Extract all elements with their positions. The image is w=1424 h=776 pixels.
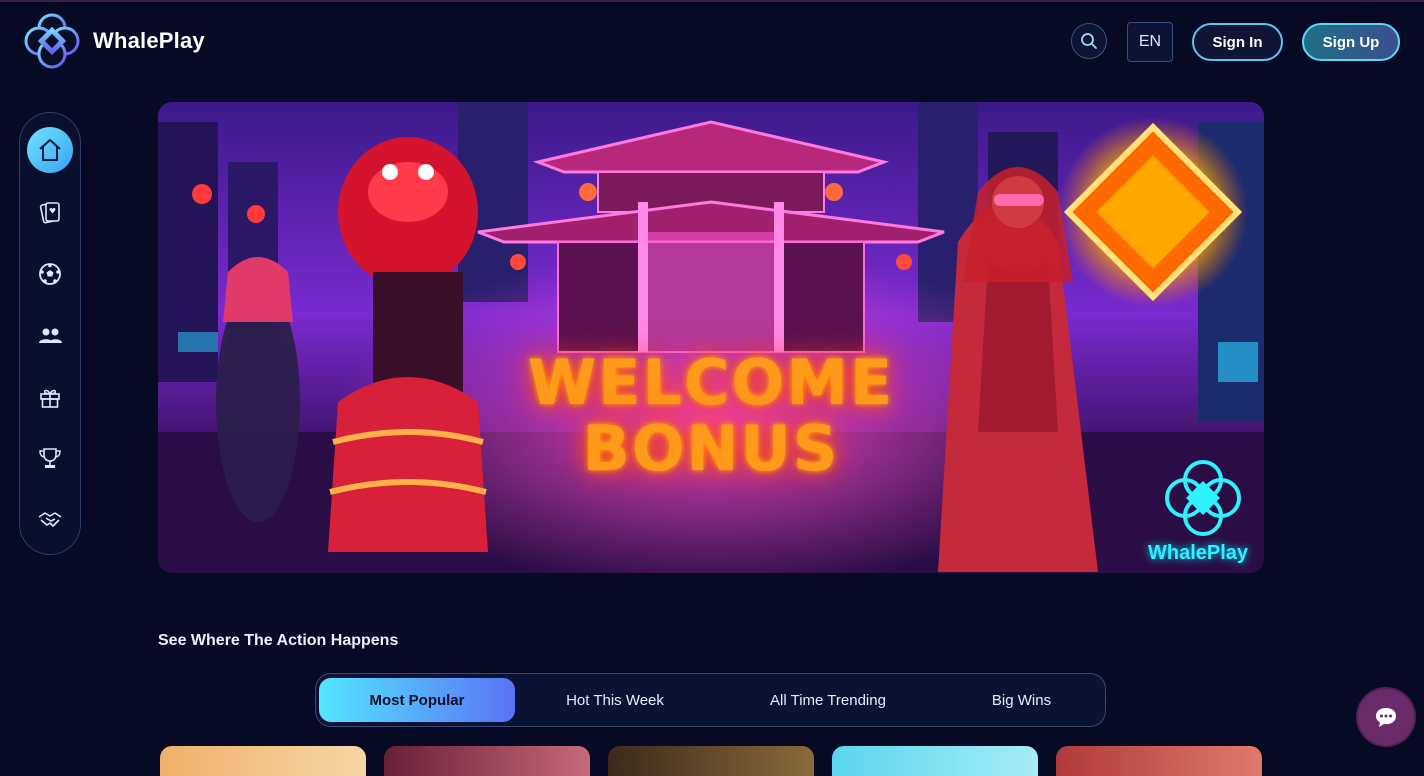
search-button[interactable] xyxy=(1071,23,1107,59)
language-selector[interactable]: EN xyxy=(1127,22,1173,62)
sidebar-item-tournaments[interactable] xyxy=(27,435,73,481)
soccer-ball-icon xyxy=(39,263,61,285)
game-thumbnail[interactable] xyxy=(1056,746,1262,776)
sidebar-item-affiliates[interactable] xyxy=(27,497,73,543)
sidebar-nav xyxy=(19,112,81,555)
banner-headline-line1: WELCOME xyxy=(527,346,895,419)
banner-headline-line2: BONUS xyxy=(582,412,840,485)
brand-name: WhalePlay xyxy=(93,28,205,53)
search-icon xyxy=(1081,33,1097,49)
welcome-bonus-banner[interactable]: WELCOME BONUS WhalePlay xyxy=(158,102,1264,573)
cards-icon xyxy=(39,202,60,224)
banner-headline: WELCOME BONUS xyxy=(158,350,1264,482)
sidebar-item-promotions[interactable] xyxy=(27,374,73,420)
game-thumbnail[interactable] xyxy=(608,746,814,776)
banner-artwork xyxy=(158,102,1264,573)
gift-icon xyxy=(40,389,60,408)
game-thumbnail[interactable] xyxy=(384,746,590,776)
whaleplay-logo-icon xyxy=(24,13,80,69)
game-thumbnail[interactable] xyxy=(160,746,366,776)
home-icon xyxy=(39,139,61,161)
sidebar-item-home[interactable] xyxy=(27,127,73,173)
handshake-icon xyxy=(38,512,62,527)
sign-up-button[interactable]: Sign Up xyxy=(1302,23,1400,61)
sidebar-item-community[interactable] xyxy=(27,313,73,359)
tab-all-time-trending[interactable]: All Time Trending xyxy=(730,678,926,722)
top-border xyxy=(0,0,1424,2)
sidebar-item-sports[interactable] xyxy=(27,251,73,297)
trophy-icon xyxy=(39,448,61,468)
tab-big-wins[interactable]: Big Wins xyxy=(934,678,1109,722)
brand-logo[interactable]: WhalePlay xyxy=(22,11,205,71)
chat-bubble-icon xyxy=(1376,708,1396,727)
game-thumbnail[interactable] xyxy=(832,746,1038,776)
tab-hot-this-week[interactable]: Hot This Week xyxy=(524,678,706,722)
banner-logo-text: WhalePlay xyxy=(1148,542,1249,564)
sign-in-button[interactable]: Sign In xyxy=(1192,23,1283,61)
section-title: See Where The Action Happens xyxy=(158,632,399,649)
users-icon xyxy=(39,328,62,343)
sidebar-item-casino[interactable] xyxy=(27,189,73,235)
category-tabs: Most Popular Hot This Week All Time Tren… xyxy=(315,673,1106,727)
live-chat-button[interactable] xyxy=(1358,689,1414,745)
tab-most-popular[interactable]: Most Popular xyxy=(319,678,515,722)
